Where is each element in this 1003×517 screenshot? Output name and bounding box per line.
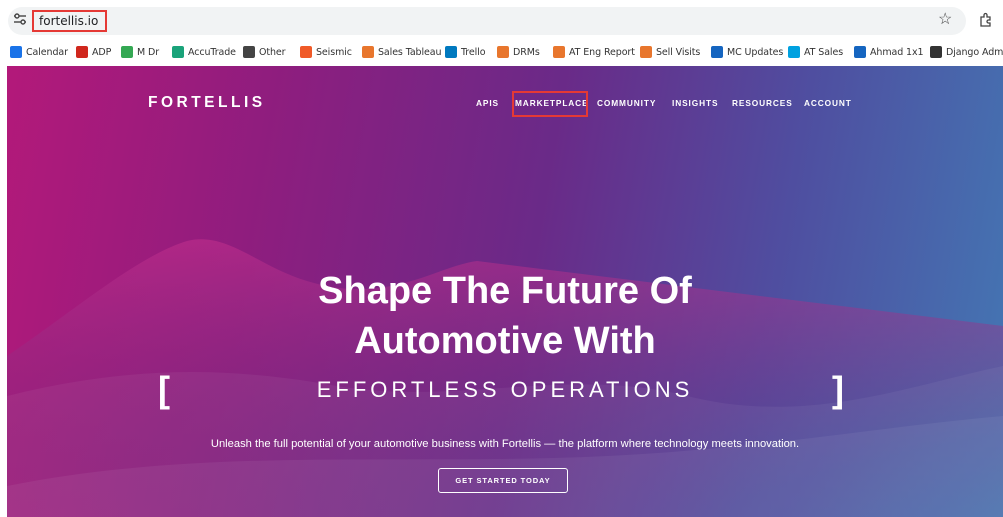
bookmark-item[interactable]: Sales Tableau: [362, 44, 442, 60]
bookmark-label: Sales Tableau: [378, 46, 442, 58]
headline-line-2: Automotive With: [354, 320, 656, 362]
bookmark-item[interactable]: Trello: [445, 44, 486, 60]
nav-insights[interactable]: INSIGHTS: [672, 98, 718, 108]
bookmark-star-icon[interactable]: ☆: [938, 12, 952, 28]
adp-logo-icon: [76, 46, 88, 58]
calendar-icon: [10, 46, 22, 58]
bookmark-label: Django Admin: [946, 46, 1003, 58]
tableau-icon: [553, 46, 565, 58]
tableau-icon: [362, 46, 374, 58]
bookmark-label: Other: [259, 46, 286, 58]
bookmark-label: DRMs: [513, 46, 540, 58]
headline-line-1: Shape The Future Of: [318, 270, 692, 312]
site-info-icon[interactable]: [12, 11, 28, 27]
accutrade-icon: [172, 46, 184, 58]
bookmark-item[interactable]: Calendar: [10, 44, 68, 60]
nav-account[interactable]: ACCOUNT: [804, 98, 852, 108]
bookmark-label: Seismic: [316, 46, 352, 58]
bookmark-item[interactable]: Django Admin: [930, 44, 1003, 60]
bookmark-label: Calendar: [26, 46, 68, 58]
bookmarks-bar: Calendar ADP M Dr AccuTrade Other Seismic Sale…: [0, 40, 1003, 63]
bookmark-item[interactable]: Ahmad 1x1: [854, 44, 924, 60]
salesforce-icon: [788, 46, 800, 58]
bookmark-label: Sell Visits: [656, 46, 701, 58]
nav-resources[interactable]: RESOURCES: [732, 98, 793, 108]
marketplace-highlight-box: [512, 91, 588, 117]
trello-icon: [445, 46, 457, 58]
bookmark-label: Trello: [461, 46, 486, 58]
bookmark-item[interactable]: Other: [243, 44, 286, 60]
google-drive-icon: [121, 46, 133, 58]
bookmark-label: M Dr: [137, 46, 160, 58]
bookmark-item[interactable]: ADP: [76, 44, 111, 60]
get-started-button[interactable]: GET STARTED TODAY: [438, 468, 568, 493]
nav-community[interactable]: COMMUNITY: [597, 98, 656, 108]
bookmark-label: AT Sales: [804, 46, 844, 58]
bookmark-item[interactable]: M Dr: [121, 44, 159, 60]
bookmark-item[interactable]: Seismic: [300, 44, 352, 60]
url-field[interactable]: fortellis.io: [32, 10, 107, 32]
tableau-icon: [640, 46, 652, 58]
rotating-text: EFFORTLESS OPERATIONS: [316, 377, 694, 402]
bookmark-item[interactable]: Sell Visits: [640, 44, 700, 60]
confluence-icon: [711, 46, 723, 58]
seismic-icon: [300, 46, 312, 58]
confluence-icon: [854, 46, 866, 58]
bracket-close: ]: [832, 369, 844, 410]
tableau-icon: [497, 46, 509, 58]
hero-section: FORTELLIS APIS MARKETPLACE COMMUNITY INS…: [7, 66, 1003, 517]
bookmark-item[interactable]: AT Sales: [788, 44, 843, 60]
browser-toolbar: fortellis.io ☆: [0, 0, 1003, 40]
folder-icon: [243, 46, 255, 58]
bookmark-item[interactable]: AccuTrade: [172, 44, 236, 60]
fortellis-logo[interactable]: FORTELLIS: [148, 94, 266, 112]
bookmark-label: Ahmad 1x1: [870, 46, 924, 58]
bookmark-item[interactable]: AT Eng Report: [553, 44, 635, 60]
bookmark-label: ADP: [92, 46, 112, 58]
extensions-icon[interactable]: [978, 11, 994, 27]
nav-apis[interactable]: APIS: [476, 98, 499, 108]
bookmark-label: MC Updates: [727, 46, 784, 58]
bookmark-label: AT Eng Report: [569, 46, 635, 58]
address-bar[interactable]: [8, 7, 966, 35]
bookmark-label: AccuTrade: [188, 46, 236, 58]
bookmark-item[interactable]: DRMs: [497, 44, 540, 60]
globe-icon: [930, 46, 942, 58]
hero-tagline: Unleash the full potential of your autom…: [210, 438, 800, 450]
bookmark-item[interactable]: MC Updates: [711, 44, 783, 60]
